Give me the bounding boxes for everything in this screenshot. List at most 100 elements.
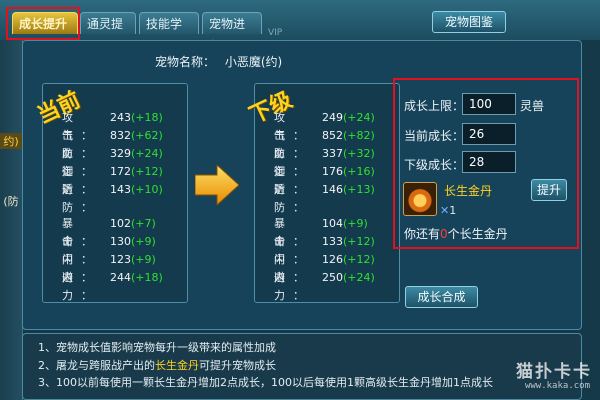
- golden-pill-icon[interactable]: [403, 182, 437, 216]
- stat-value: 249(+24): [322, 109, 375, 127]
- stat-row: 近防： 146(+13): [262, 181, 408, 214]
- remaining-count: 0: [440, 227, 448, 241]
- stat-bonus: (+9): [131, 253, 156, 266]
- info-line-2-b: 可提升宠物成长: [199, 359, 276, 372]
- stat-name: 近防：: [62, 183, 100, 214]
- stat-value: 102(+7): [110, 215, 156, 233]
- pet-list-item[interactable]: (防: [0, 193, 22, 209]
- stat-base-value: 832: [110, 129, 131, 142]
- stat-row: 远防： 176(+16): [262, 163, 408, 196]
- stat-base-value: 176: [322, 165, 343, 178]
- stat-base-value: 329: [110, 147, 131, 160]
- stat-base-value: 143: [110, 183, 131, 196]
- stat-base-value: 123: [110, 253, 131, 266]
- pet-atlas-button[interactable]: 宠物图鉴: [432, 11, 506, 33]
- stat-row: 气血： 852(+82): [262, 127, 408, 160]
- stat-row: 近防： 143(+10): [50, 181, 196, 214]
- stat-base-value: 172: [110, 165, 131, 178]
- stat-row: 攻击： 243(+18): [50, 109, 196, 142]
- highlight-box-tab: [6, 7, 80, 40]
- stat-base-value: 126: [322, 253, 343, 266]
- info-line-2-a: 2、屠龙与跨服战产出的: [38, 359, 155, 372]
- stat-value: 832(+62): [110, 127, 163, 145]
- item-quantity: ✕1: [440, 204, 456, 217]
- tab-skill-learning[interactable]: 技能学习: [139, 12, 199, 53]
- info-line-3: 3、100以前每使用一颗长生金丹增加2点成长，100以后每使用1颗高级长生金丹增…: [38, 376, 493, 389]
- remaining-prefix: 你还有: [404, 227, 441, 241]
- stat-bonus: (+18): [131, 111, 163, 124]
- item-name: 长生金丹: [444, 184, 493, 198]
- stat-row: 远防： 172(+12): [50, 163, 196, 196]
- stat-bonus: (+13): [343, 183, 375, 196]
- stat-base-value: 130: [110, 235, 131, 248]
- stat-name: 近防：: [274, 183, 312, 214]
- stat-bonus: (+24): [343, 271, 375, 284]
- stat-base-value: 250: [322, 271, 343, 284]
- stat-row: 内力： 250(+24): [262, 269, 408, 302]
- stat-bonus: (+24): [131, 147, 163, 160]
- stat-bonus: (+24): [343, 111, 375, 124]
- stat-base-value: 244: [110, 271, 131, 284]
- stat-value: 329(+24): [110, 145, 163, 163]
- stat-value: 123(+9): [110, 251, 156, 269]
- info-line-2: 2、屠龙与跨服战产出的长生金丹可提升宠物成长: [38, 357, 276, 373]
- stat-bonus: (+7): [131, 217, 156, 230]
- stat-row: 攻击： 249(+24): [262, 109, 408, 142]
- stat-base-value: 249: [322, 111, 343, 124]
- stat-bonus: (+32): [343, 147, 375, 160]
- stat-value: 133(+12): [322, 233, 375, 251]
- stat-value: 126(+12): [322, 251, 375, 269]
- stat-bonus: (+10): [131, 183, 163, 196]
- stat-row: 防御： 329(+24): [50, 145, 196, 178]
- stat-bonus: (+9): [343, 217, 368, 230]
- stat-base-value: 243: [110, 111, 131, 124]
- stat-value: 172(+12): [110, 163, 163, 181]
- stat-bonus: (+16): [343, 165, 375, 178]
- stat-value: 337(+32): [322, 145, 375, 163]
- tab-spirit-upgrade[interactable]: 通灵提升: [80, 12, 136, 53]
- stat-value: 250(+24): [322, 269, 375, 287]
- remaining-pills-text: 你还有0个长生金丹: [404, 225, 508, 242]
- growth-limit-unit: 灵兽: [520, 99, 545, 113]
- watermark-logo: 猫扑卡卡 www.kaka.com: [476, 357, 600, 400]
- stat-name: 内力：: [274, 271, 312, 302]
- info-line-1: 1、宠物成长值影响宠物每升一级带来的属性加成: [38, 341, 276, 354]
- stat-value: 146(+13): [322, 181, 375, 199]
- pet-name-value: 小恶魔(约): [224, 55, 283, 69]
- stat-value: 130(+9): [110, 233, 156, 251]
- stat-value: 143(+10): [110, 181, 163, 199]
- stat-row: 暴击： 102(+7): [50, 215, 196, 248]
- pet-list-item-selected[interactable]: 约): [0, 133, 22, 149]
- current-growth-field[interactable]: 26: [462, 123, 516, 145]
- stat-value: 243(+18): [110, 109, 163, 127]
- stat-value: 244(+18): [110, 269, 163, 287]
- growth-combine-button[interactable]: 成长合成: [405, 286, 478, 308]
- next-growth-field[interactable]: 28: [462, 151, 516, 173]
- upgrade-button[interactable]: 提升: [531, 179, 567, 201]
- stat-row: 防御： 337(+32): [262, 145, 408, 178]
- item-quantity-value: 1: [449, 204, 457, 217]
- stat-base-value: 146: [322, 183, 343, 196]
- stat-row: 气血： 832(+62): [50, 127, 196, 160]
- growth-limit-label: 成长上限：: [404, 99, 465, 113]
- stat-base-value: 852: [322, 129, 343, 142]
- stat-bonus: (+12): [131, 165, 163, 178]
- arrow-right-icon: [195, 165, 239, 205]
- info-line-2-highlight: 长生金丹: [155, 359, 199, 372]
- growth-limit-field[interactable]: 100: [462, 93, 516, 115]
- current-growth-label: 当前成长：: [404, 129, 465, 143]
- next-growth-label: 下级成长：: [404, 158, 465, 172]
- stat-base-value: 133: [322, 235, 343, 248]
- stat-bonus: (+12): [343, 235, 375, 248]
- stat-row: 暴击： 104(+9): [262, 215, 408, 248]
- stat-bonus: (+18): [131, 271, 163, 284]
- stat-row: 命中： 130(+9): [50, 233, 196, 266]
- multiply-icon: ✕: [440, 204, 450, 217]
- pet-name-row: 宠物名称： 小恶魔(约): [155, 53, 282, 70]
- watermark-url: www.kaka.com: [524, 381, 590, 391]
- stat-row: 闪避： 123(+9): [50, 251, 196, 284]
- tab-pet-evolution[interactable]: 宠物进化: [202, 12, 262, 53]
- stat-name: 内力：: [62, 271, 100, 302]
- stat-bonus: (+9): [131, 235, 156, 248]
- stat-value: 852(+82): [322, 127, 375, 145]
